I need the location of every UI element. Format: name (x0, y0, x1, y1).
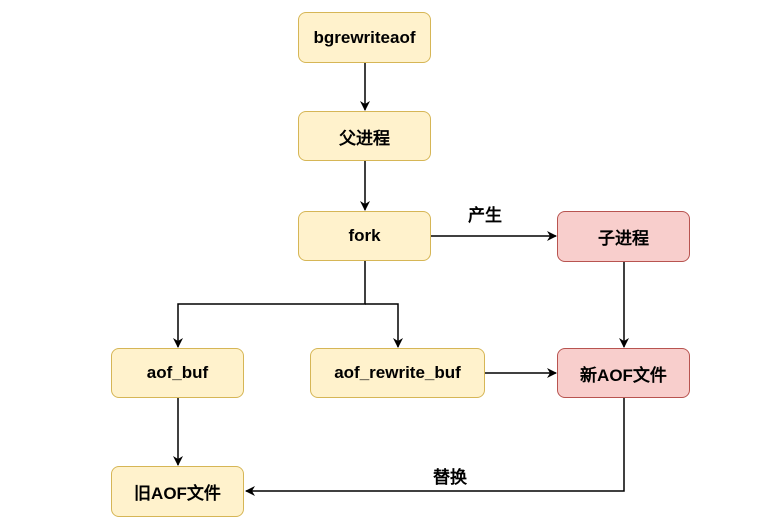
edge-fork-to-aof-buf (173, 261, 366, 348)
node-new-aof-file: 新AOF文件 (557, 348, 690, 398)
node-bgrewriteaof: bgrewriteaof (298, 12, 431, 63)
edges-layer (173, 63, 629, 496)
node-child-process: 子进程 (557, 211, 690, 262)
node-parent-process: 父进程 (298, 111, 431, 161)
edge-label-replace: 替换 (433, 468, 467, 487)
flowchart: bgrewriteaof 父进程 fork 子进程 aof_buf aof_re… (0, 0, 769, 529)
node-old-aof-file: 旧AOF文件 (111, 466, 244, 517)
node-fork: fork (298, 211, 431, 261)
node-aof-buf: aof_buf (111, 348, 244, 398)
edge-label-spawn: 产生 (468, 206, 502, 225)
edge-fork-to-aof-rewrite-buf (365, 303, 403, 348)
node-aof-rewrite-buf: aof_rewrite_buf (310, 348, 485, 398)
